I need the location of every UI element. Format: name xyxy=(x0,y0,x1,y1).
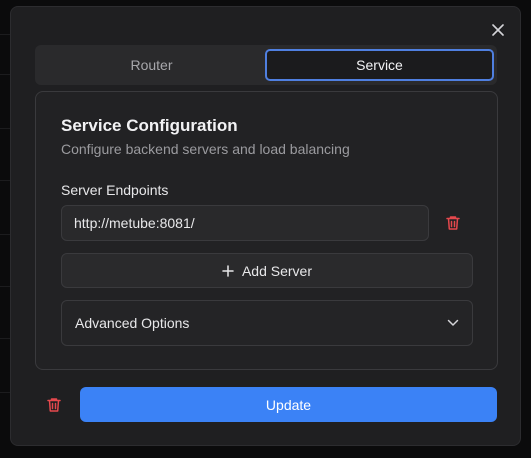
trash-icon xyxy=(446,216,460,230)
chevron-down-icon xyxy=(447,319,459,327)
tab-service[interactable]: Service xyxy=(265,49,494,81)
backdrop-divider xyxy=(0,338,10,339)
trash-icon xyxy=(47,398,61,412)
tab-list: Router Service xyxy=(35,45,497,85)
server-endpoint-input[interactable] xyxy=(61,205,429,241)
tab-router[interactable]: Router xyxy=(39,49,264,81)
backdrop-divider xyxy=(0,180,10,181)
update-button[interactable]: Update xyxy=(80,387,497,422)
add-server-button[interactable]: Add Server xyxy=(61,253,473,288)
add-server-label: Add Server xyxy=(241,262,313,279)
backdrop-divider xyxy=(0,128,10,129)
close-icon xyxy=(492,24,504,36)
service-configuration-card: Service Configuration Configure backend … xyxy=(35,91,498,370)
card-subtitle: Configure backend servers and load balan… xyxy=(61,141,350,157)
backdrop-divider xyxy=(0,34,10,35)
backdrop-divider xyxy=(0,392,10,393)
advanced-options-toggle[interactable]: Advanced Options xyxy=(61,300,473,346)
edit-service-dialog: Router Service Service Configuration Con… xyxy=(10,6,521,446)
remove-endpoint-button[interactable] xyxy=(444,214,462,232)
plus-icon xyxy=(222,264,234,277)
backdrop-divider xyxy=(0,234,10,235)
backdrop-divider xyxy=(0,74,10,75)
close-button[interactable] xyxy=(489,21,507,39)
server-endpoints-label: Server Endpoints xyxy=(61,182,169,198)
advanced-options-label: Advanced Options xyxy=(75,315,190,331)
backdrop-divider xyxy=(0,286,10,287)
delete-service-button[interactable] xyxy=(45,396,63,414)
card-title: Service Configuration xyxy=(61,116,238,135)
